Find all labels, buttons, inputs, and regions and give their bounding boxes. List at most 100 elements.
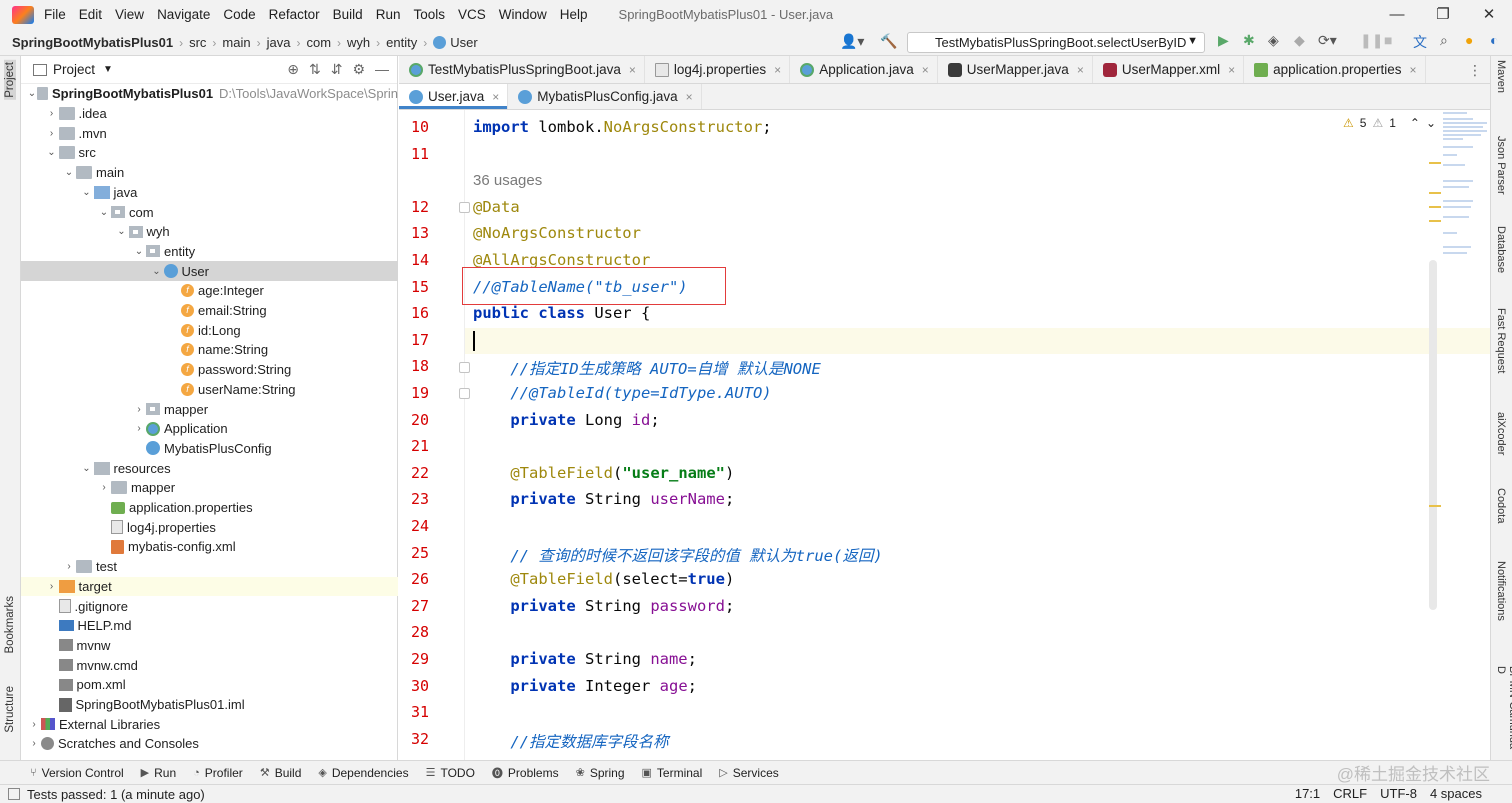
tree-node[interactable]: ⌄ src (21, 143, 398, 163)
tree-node[interactable]: ⌄ main (21, 163, 398, 183)
tool-window-terminal[interactable]: ▣ Terminal (642, 766, 703, 780)
debug-icon[interactable]: ✱ (1243, 32, 1255, 49)
editor-tab[interactable]: application.properties × (1244, 56, 1426, 83)
tree-node[interactable]: ⌄ java (21, 183, 398, 203)
run-icon[interactable]: ▶ (1218, 32, 1229, 49)
gear-icon[interactable]: ⚙ (352, 61, 365, 78)
tree-node[interactable]: ⌄ SpringBootMybatisPlus01 D:\Tools\JavaWor… (21, 84, 398, 104)
tree-node[interactable]: pom.xml (21, 675, 398, 695)
tree-node[interactable]: ⌄ entity (21, 242, 398, 262)
code-editor[interactable]: 10 11 12 13 14 15 16 17 18 19 20 21 22 23 24 25 26 27 28 29… (399, 110, 1490, 760)
tree-node[interactable]: f id:Long (21, 320, 398, 340)
chevron-right-icon[interactable]: › (45, 128, 59, 139)
editor-tab[interactable]: User.java × (399, 84, 509, 109)
editor-tab[interactable]: TestMybatisPlusSpringBoot.java × (399, 56, 645, 83)
chevron-right-icon[interactable]: › (27, 738, 41, 749)
close-icon[interactable]: × (1077, 63, 1084, 77)
fold-marker-icon[interactable] (459, 202, 470, 213)
file-encoding[interactable]: UTF-8 (1380, 786, 1417, 801)
bookmarks-tool-button[interactable]: Bookmarks (4, 596, 16, 654)
codota-tool-button[interactable]: Codota (1495, 488, 1507, 523)
tree-node[interactable]: › Scratches and Consoles (21, 734, 398, 754)
chevron-right-icon[interactable]: › (132, 423, 146, 434)
editor-tab[interactable]: UserMapper.java × (938, 56, 1093, 83)
maven-tool-button[interactable]: Maven (1495, 60, 1507, 93)
menu-window[interactable]: Window (499, 7, 547, 22)
breadcrumb-item[interactable]: com (306, 35, 331, 50)
chevron-right-icon[interactable]: › (62, 561, 76, 572)
close-icon[interactable]: ✕ (1466, 0, 1512, 29)
chevron-down-icon[interactable]: ⌄ (80, 187, 94, 198)
editor-tab[interactable]: Application.java × (790, 56, 938, 83)
menu-build[interactable]: Build (333, 7, 363, 22)
breadcrumb-item[interactable]: User (450, 35, 477, 50)
minimize-icon[interactable]: — (1374, 0, 1420, 29)
close-icon[interactable]: × (774, 63, 781, 77)
fast-request-tool-button[interactable]: Fast Request (1495, 308, 1507, 373)
menu-file[interactable]: File (44, 7, 66, 22)
close-icon[interactable]: × (686, 90, 693, 104)
tree-node[interactable]: mvnw (21, 636, 398, 656)
tool-window-profiler[interactable]: ◔ Profiler (193, 766, 243, 780)
chevron-down-icon[interactable]: ⌄ (62, 167, 76, 178)
profile-icon[interactable]: ◆ (1294, 32, 1305, 49)
close-icon[interactable]: × (922, 63, 929, 77)
project-tool-button[interactable]: Project (4, 60, 16, 100)
tool-window-todo[interactable]: ☰ TODO (426, 766, 475, 780)
menu-run[interactable]: Run (376, 7, 401, 22)
aixcoder-tool-button[interactable]: aiXcoder (1495, 412, 1507, 455)
menu-tools[interactable]: Tools (413, 7, 445, 22)
jetbrains-toolbox-icon[interactable]: ◐ (1490, 32, 1498, 48)
close-icon[interactable]: × (1228, 63, 1235, 77)
tree-node[interactable]: ⌄ resources (21, 458, 398, 478)
tool-window-build[interactable]: ⚒ Build (260, 766, 302, 780)
tree-node[interactable]: .gitignore (21, 596, 398, 616)
menu-help[interactable]: Help (560, 7, 588, 22)
tree-node[interactable]: › test (21, 557, 398, 577)
breadcrumb-item[interactable]: src (189, 35, 206, 50)
restore-icon[interactable]: ❐ (1420, 0, 1466, 29)
menu-navigate[interactable]: Navigate (157, 7, 210, 22)
close-icon[interactable]: × (492, 90, 499, 104)
checkbox-icon[interactable] (8, 788, 20, 800)
bpmn-tool-button[interactable]: BPMN-Camunda-D (1495, 666, 1512, 760)
tree-node[interactable]: mvnw.cmd (21, 655, 398, 675)
breadcrumb-item[interactable]: wyh (347, 35, 370, 50)
editor-tab[interactable]: UserMapper.xml × (1093, 56, 1245, 83)
tree-node[interactable]: log4j.properties (21, 517, 398, 537)
tree-node[interactable]: › mapper (21, 478, 398, 498)
chevron-down-icon[interactable]: ⌄ (97, 207, 111, 218)
tree-node[interactable]: f age:Integer (21, 281, 398, 301)
chevron-right-icon[interactable]: › (45, 581, 59, 592)
chevron-up-icon[interactable]: ⌃ (1410, 116, 1420, 130)
tree-node[interactable]: f userName:String (21, 380, 398, 400)
chevron-down-icon[interactable]: ⌄ (27, 88, 37, 99)
tree-node[interactable]: › External Libraries (21, 714, 398, 734)
menu-vcs[interactable]: VCS (458, 7, 486, 22)
run-configuration-select[interactable]: TestMybatisPlusSpringBoot.selectUserByID… (907, 32, 1205, 53)
line-separator[interactable]: CRLF (1333, 786, 1367, 801)
structure-tool-button[interactable]: Structure (4, 686, 16, 733)
breadcrumb-item[interactable]: java (267, 35, 291, 50)
notifications-tool-button[interactable]: Notifications (1495, 561, 1507, 621)
close-icon[interactable]: × (1409, 63, 1416, 77)
tool-window-dependencies[interactable]: ◈ Dependencies (318, 766, 408, 780)
update-icon[interactable]: ● (1465, 32, 1473, 48)
chevron-down-icon[interactable]: ⌄ (132, 246, 146, 257)
tool-window-spring[interactable]: ❀ Spring (576, 766, 625, 780)
chevron-down-icon[interactable]: ⌄ (45, 147, 59, 158)
tree-node[interactable]: › target (21, 576, 398, 597)
tree-node[interactable]: mybatis-config.xml (21, 537, 398, 557)
caret-position[interactable]: 17:1 (1295, 786, 1320, 801)
tree-node[interactable]: f password:String (21, 360, 398, 380)
menu-edit[interactable]: Edit (79, 7, 102, 22)
coverage-icon[interactable]: ◈ (1268, 32, 1279, 49)
status-message[interactable]: Tests passed: 1 (a minute ago) (27, 787, 205, 802)
collapse-all-icon[interactable]: ⇵ (331, 61, 343, 78)
project-panel-title[interactable]: Project (53, 62, 95, 77)
menu-view[interactable]: View (115, 7, 144, 22)
fold-marker-icon[interactable] (459, 388, 470, 399)
tree-node[interactable]: › Application (21, 419, 398, 439)
chevron-down-icon[interactable]: ▼ (103, 64, 113, 75)
pause-icon[interactable]: ❚❚ (1360, 32, 1383, 49)
